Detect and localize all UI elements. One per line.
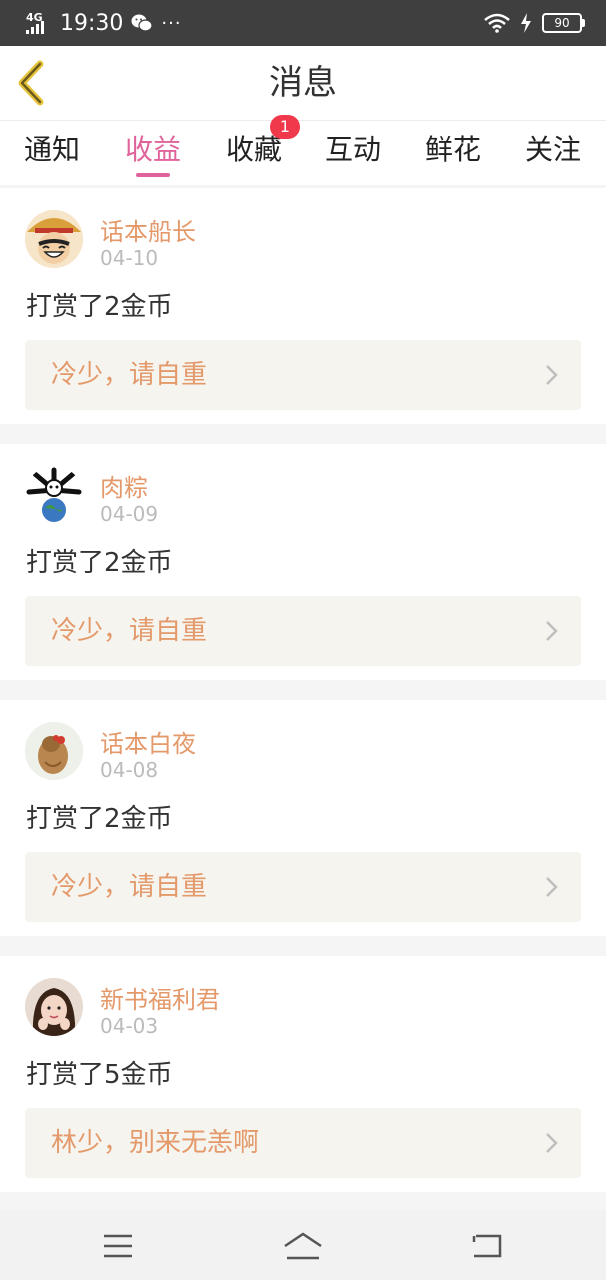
top-bar: 消息 [0,46,606,121]
menu-icon [104,1234,132,1258]
message-date: 04-03 [100,1014,159,1038]
quoted-chapter-link[interactable]: 林少，别来无恙啊 [25,1108,581,1178]
message-text: 打赏了2金币 [26,548,173,578]
girl-photo-avatar-icon [25,978,83,1036]
avatar[interactable] [25,210,83,268]
tab-flowers[interactable]: 鲜花 [413,121,493,185]
tab-notifications[interactable]: 通知 [12,121,92,185]
tab-interactions[interactable]: 互动 [313,121,393,185]
chevron-right-icon [546,1133,558,1153]
system-back-button[interactable] [466,1224,510,1268]
avatar[interactable] [25,978,83,1036]
hair-bun-avatar-icon [25,722,83,780]
avatar[interactable] [25,722,83,780]
user-name[interactable]: 话本船长 [100,212,196,247]
chevron-right-icon [546,877,558,897]
wechat-icon [131,14,154,32]
message-text: 打赏了5金币 [26,1060,173,1090]
battery-indicator: 90 [542,13,585,33]
unread-badge: 1 [270,115,300,139]
system-navigation-bar [0,1210,606,1280]
tab-bar: 通知 收益 收藏 1 互动 鲜花 关注 [0,115,606,185]
more-notifications-icon: ··· [161,12,182,34]
quoted-text: 冷少，请自重 [51,872,208,902]
home-icon [284,1232,322,1260]
charging-icon [521,13,531,33]
cellular-signal-icon: 4G [24,10,52,36]
message-date: 04-10 [100,246,159,270]
message-card: 话本船长 04-10 打赏了2金币 冷少，请自重 [0,188,606,424]
message-text: 打赏了2金币 [26,804,173,834]
user-name[interactable]: 新书福利君 [100,980,220,1015]
chevron-right-icon [546,365,558,385]
menu-button[interactable] [96,1224,140,1268]
panda-earth-avatar-icon [25,466,83,524]
user-name[interactable]: 肉粽 [100,468,148,503]
page-title: 消息 [269,63,337,103]
chevron-right-icon [546,621,558,641]
return-icon [472,1234,502,1258]
quoted-chapter-link[interactable]: 冷少，请自重 [25,596,581,666]
tab-follow[interactable]: 关注 [513,121,593,185]
straw-hat-cartoon-avatar-icon [25,210,83,268]
quoted-text: 冷少，请自重 [51,616,208,646]
wifi-icon [484,13,510,33]
tab-favorites[interactable]: 收藏 1 [214,115,300,185]
message-date: 04-08 [100,758,159,782]
message-card: 话本白夜 04-08 打赏了2金币 冷少，请自重 [0,700,606,936]
quoted-chapter-link[interactable]: 冷少，请自重 [25,852,581,922]
message-text: 打赏了2金币 [26,292,173,322]
message-card: 新书福利君 04-03 打赏了5金币 林少，别来无恙啊 [0,956,606,1192]
home-button[interactable] [281,1224,325,1268]
status-time: 19:30 [60,10,124,36]
message-card: 肉粽 04-09 打赏了2金币 冷少，请自重 [0,444,606,680]
quoted-chapter-link[interactable]: 冷少，请自重 [25,340,581,410]
status-bar: 4G 19:30 ··· 90 [0,0,606,46]
avatar[interactable] [25,466,83,524]
quoted-text: 冷少，请自重 [51,360,208,390]
message-date: 04-09 [100,502,159,526]
quoted-text: 林少，别来无恙啊 [51,1128,260,1158]
user-name[interactable]: 话本白夜 [100,724,196,759]
tab-earnings[interactable]: 收益 [113,121,193,185]
